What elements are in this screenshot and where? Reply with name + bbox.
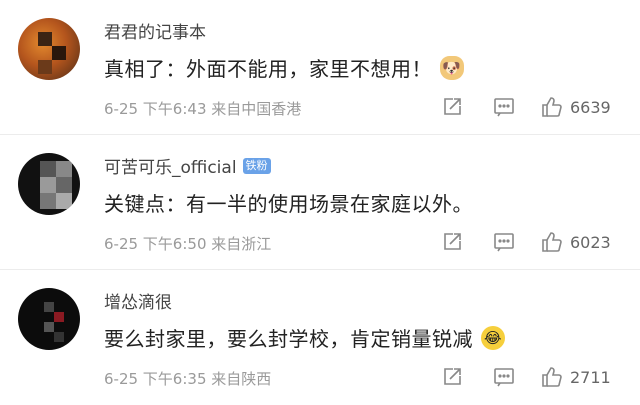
like-count: 6023 [570, 232, 611, 252]
laugh-cry-emoji-icon: 😂 [481, 325, 505, 350]
comment-reply-icon[interactable] [492, 228, 516, 256]
like-button[interactable]: 6023 [540, 228, 611, 256]
comment-reply-icon[interactable] [492, 363, 516, 391]
comment-item: 增怂滴很 要么封家里，要么封学校，肯定销量锐减 😂 6-25 下午6:35 来自… [0, 270, 640, 405]
comment-body: 关键点：有一半的使用场景在家庭以外。 [104, 192, 473, 216]
comment-item: 君君的记事本 真相了：外面不能用，家里不想用！ 🐶 6-25 下午6:43 来自… [0, 0, 640, 135]
comment-body: 要么封家里，要么封学校，肯定销量锐减 [104, 327, 473, 351]
comment-actions: 6023 [440, 228, 630, 256]
like-button[interactable]: 6639 [540, 93, 611, 121]
username[interactable]: 君君的记事本 [104, 18, 206, 43]
username-text[interactable]: 可苦可乐_official [104, 153, 237, 178]
comment-actions: 2711 [440, 363, 630, 391]
username-text[interactable]: 增怂滴很 [104, 288, 172, 313]
dog-emoji-icon: 🐶 [440, 55, 464, 80]
avatar[interactable] [18, 18, 80, 80]
username-text[interactable]: 君君的记事本 [104, 18, 206, 43]
comment-reply-icon[interactable] [492, 93, 516, 121]
comment-text: 关键点：有一半的使用场景在家庭以外。 [104, 188, 473, 217]
share-icon[interactable] [440, 93, 464, 121]
avatar[interactable] [18, 288, 80, 350]
comment-item: 可苦可乐_official 铁粉 关键点：有一半的使用场景在家庭以外。 6-25… [0, 135, 640, 270]
avatar[interactable] [18, 153, 80, 215]
comment-meta: 6-25 下午6:50 来自浙江 [104, 235, 272, 253]
like-button[interactable]: 2711 [540, 363, 611, 391]
comment-text: 要么封家里，要么封学校，肯定销量锐减 😂 [104, 323, 505, 352]
like-count: 2711 [570, 367, 611, 387]
fan-badge: 铁粉 [242, 157, 271, 174]
share-icon[interactable] [440, 363, 464, 391]
comment-text: 真相了：外面不能用，家里不想用！ 🐶 [104, 53, 464, 82]
thumbs-up-icon [542, 97, 562, 117]
comment-meta: 6-25 下午6:35 来自陕西 [104, 370, 272, 388]
like-count: 6639 [570, 97, 611, 117]
username[interactable]: 可苦可乐_official 铁粉 [104, 153, 271, 178]
comment-actions: 6639 [440, 93, 630, 121]
username[interactable]: 增怂滴很 [104, 288, 172, 313]
thumbs-up-icon [542, 367, 562, 387]
thumbs-up-icon [542, 232, 562, 252]
comment-meta: 6-25 下午6:43 来自中国香港 [104, 100, 302, 118]
share-icon[interactable] [440, 228, 464, 256]
comment-body: 真相了：外面不能用，家里不想用！ [104, 57, 432, 81]
